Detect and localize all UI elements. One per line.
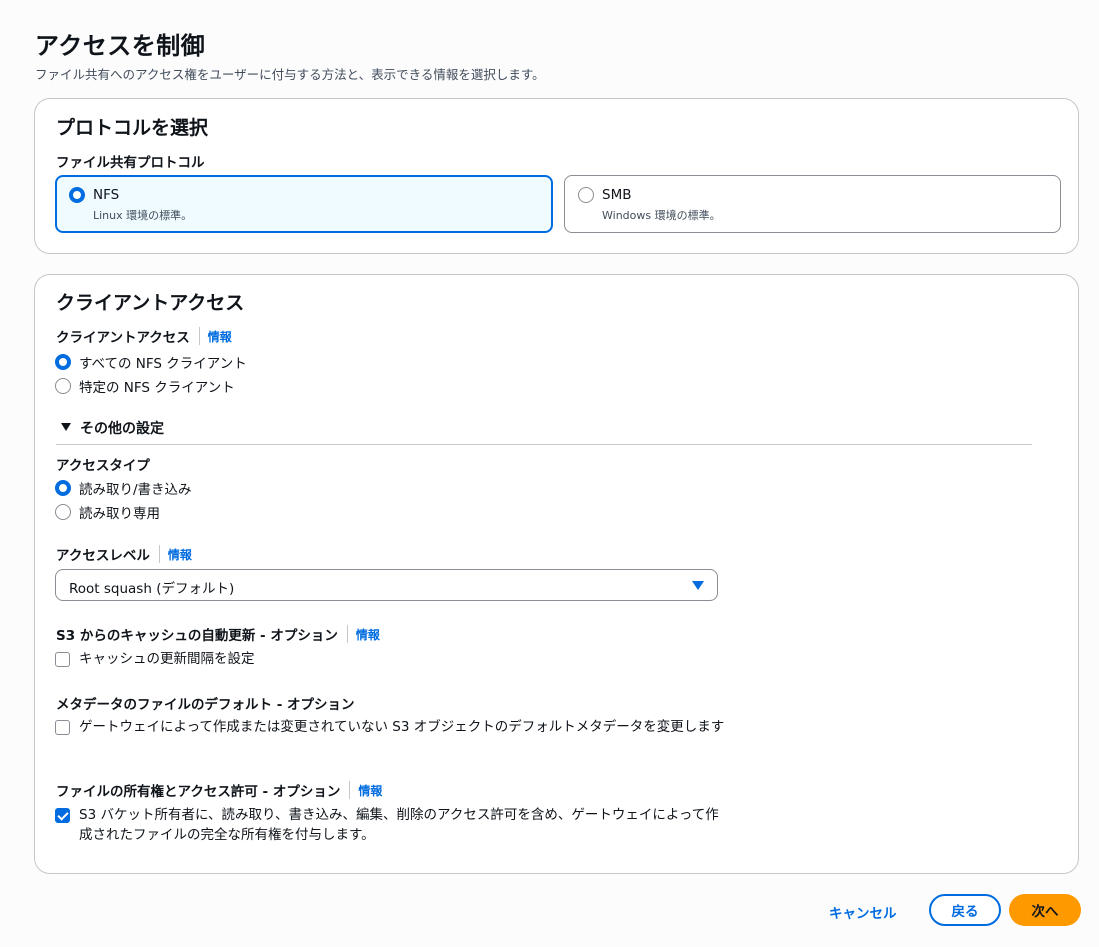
divider [349, 781, 351, 799]
divider [158, 545, 160, 563]
nfs-description: Linux 環境の標準。 [93, 209, 193, 222]
access-level-select[interactable]: Root squash (デフォルト) [55, 569, 718, 601]
page-description: ファイル共有へのアクセス権をユーザーに付与する方法と、表示できる情報を選択します… [35, 67, 545, 82]
all-nfs-clients-label: すべての NFS クライアント [79, 356, 247, 372]
protocol-option-smb[interactable]: SMB Windows 環境の標準。 [564, 175, 1061, 233]
client-access-panel-title: クライアントアクセス [56, 292, 245, 314]
nfs-radio[interactable] [69, 187, 85, 203]
cache-refresh-checkbox-label: キャッシュの更新間隔を設定 [79, 651, 255, 667]
access-level-info-link[interactable]: 情報 [168, 546, 192, 563]
ownership-label-text: ファイルの所有権とアクセス許可 - オプション [56, 784, 341, 800]
client-access-label: クライアントアクセス 情報 [56, 326, 232, 346]
specific-nfs-clients-label: 特定の NFS クライアント [79, 380, 235, 396]
ownership-checkbox[interactable] [55, 808, 70, 823]
divider [346, 625, 348, 643]
other-settings-expander[interactable]: その他の設定 [56, 418, 1032, 445]
page-title: アクセスを制御 [35, 32, 206, 60]
read-write-label: 読み取り/書き込み [79, 482, 192, 498]
smb-radio[interactable] [578, 187, 594, 203]
cache-refresh-info-link[interactable]: 情報 [356, 626, 380, 643]
read-only-radio[interactable] [55, 504, 71, 520]
read-write-radio[interactable] [55, 480, 71, 496]
cache-refresh-label-text: S3 からのキャッシュの自動更新 - オプション [56, 628, 338, 644]
access-type-label: アクセスタイプ [56, 458, 150, 474]
ownership-info-link[interactable]: 情報 [358, 782, 382, 799]
client-access-panel: クライアントアクセス クライアントアクセス 情報 すべての NFS クライアント… [34, 274, 1079, 874]
dropdown-caret-icon [692, 581, 704, 590]
metadata-defaults-checkbox-label: ゲートウェイによって作成または変更されていない S3 オブジェクトのデフォルトメ… [79, 719, 725, 735]
nfs-label: NFS [93, 187, 120, 203]
protocol-option-nfs[interactable]: NFS Linux 環境の標準。 [55, 175, 553, 233]
specific-nfs-clients-radio[interactable] [55, 378, 71, 394]
all-nfs-clients-radio[interactable] [55, 354, 71, 370]
divider [198, 327, 200, 345]
caret-down-icon [61, 423, 71, 431]
file-share-protocol-label: ファイル共有プロトコル [56, 155, 205, 171]
ownership-checkbox-label: S3 バケット所有者に、読み取り、書き込み、編集、削除のアクセス許可を含め、ゲー… [79, 807, 719, 843]
radio-read-write[interactable]: 読み取り/書き込み [55, 478, 192, 498]
metadata-defaults-checkbox-row[interactable]: ゲートウェイによって作成または変更されていない S3 オブジェクトのデフォルトメ… [55, 717, 729, 737]
cache-refresh-checkbox[interactable] [55, 652, 70, 667]
smb-label: SMB [602, 187, 632, 203]
access-level-value: Root squash (デフォルト) [69, 581, 235, 597]
other-settings-label: その他の設定 [80, 421, 164, 437]
metadata-defaults-checkbox[interactable] [55, 720, 70, 735]
access-level-label: アクセスレベル 情報 [56, 544, 192, 564]
client-access-label-text: クライアントアクセス [56, 330, 190, 346]
radio-specific-nfs-clients[interactable]: 特定の NFS クライアント [55, 376, 235, 396]
access-level-label-text: アクセスレベル [56, 548, 150, 564]
cancel-button[interactable]: キャンセル [829, 902, 897, 922]
checkmark-icon [56, 808, 69, 821]
cache-refresh-checkbox-row[interactable]: キャッシュの更新間隔を設定 [55, 649, 255, 669]
protocol-panel: プロトコルを選択 ファイル共有プロトコル NFS Linux 環境の標準。 SM… [34, 98, 1079, 254]
radio-all-nfs-clients[interactable]: すべての NFS クライアント [55, 352, 247, 372]
client-access-info-link[interactable]: 情報 [208, 328, 232, 345]
radio-read-only[interactable]: 読み取り専用 [55, 502, 160, 522]
read-only-label: 読み取り専用 [79, 506, 160, 522]
metadata-defaults-label: メタデータのファイルのデフォルト - オプション [56, 697, 355, 713]
smb-description: Windows 環境の標準。 [602, 209, 721, 222]
next-button[interactable]: 次へ [1009, 894, 1081, 926]
back-button[interactable]: 戻る [929, 894, 1001, 926]
protocol-panel-title: プロトコルを選択 [56, 117, 209, 139]
ownership-checkbox-row[interactable]: S3 バケット所有者に、読み取り、書き込み、編集、削除のアクセス許可を含め、ゲー… [55, 805, 729, 845]
ownership-label: ファイルの所有権とアクセス許可 - オプション 情報 [56, 780, 382, 800]
cache-refresh-label: S3 からのキャッシュの自動更新 - オプション 情報 [56, 624, 380, 644]
